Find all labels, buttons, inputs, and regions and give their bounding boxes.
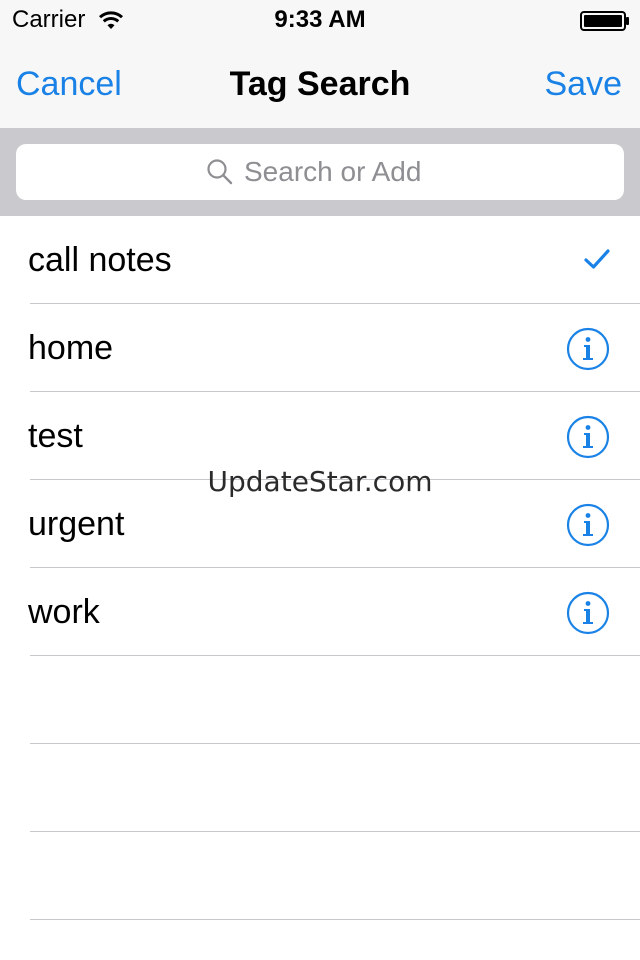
tag-row-work[interactable]: work	[0, 568, 640, 656]
tag-list: call notes home test urgent work	[0, 216, 640, 920]
info-icon[interactable]	[566, 503, 610, 547]
row-divider	[30, 919, 640, 920]
battery-icon	[580, 11, 629, 31]
tag-row-test[interactable]: test	[0, 392, 640, 480]
empty-row	[0, 656, 640, 744]
tag-label: urgent	[28, 505, 125, 543]
tag-row-home[interactable]: home	[0, 304, 640, 392]
info-icon[interactable]	[566, 591, 610, 635]
cancel-button[interactable]: Cancel	[16, 64, 122, 104]
status-time: 9:33 AM	[274, 6, 366, 33]
search-bar	[0, 128, 640, 216]
navigation-bar: Cancel Tag Search Save	[0, 40, 640, 128]
tag-label: test	[28, 417, 83, 455]
empty-row	[0, 744, 640, 832]
empty-row	[0, 832, 640, 920]
save-button[interactable]: Save	[545, 64, 623, 104]
search-input[interactable]	[244, 156, 434, 188]
tag-label: call notes	[28, 241, 172, 279]
info-icon[interactable]	[566, 327, 610, 371]
info-icon[interactable]	[566, 415, 610, 459]
tag-row-urgent[interactable]: urgent	[0, 480, 640, 568]
tag-label: work	[28, 593, 100, 631]
status-bar: Carrier 9:33 AM	[0, 0, 640, 40]
search-icon	[207, 159, 233, 185]
tag-label: home	[28, 329, 114, 367]
checkmark-icon	[584, 249, 610, 269]
search-field[interactable]	[16, 144, 624, 200]
tag-row-call-notes[interactable]: call notes	[0, 216, 640, 304]
